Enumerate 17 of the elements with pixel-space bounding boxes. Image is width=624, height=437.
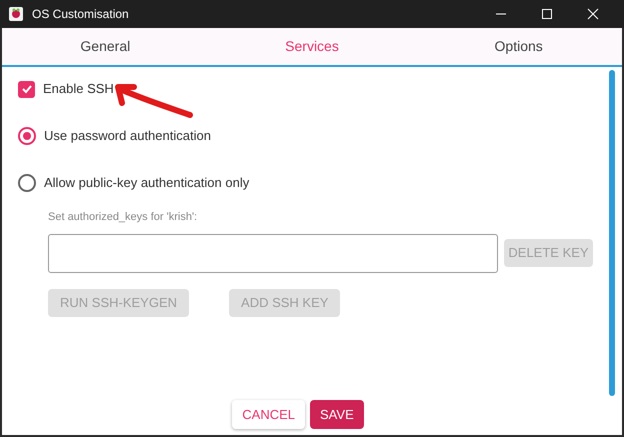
window-title: OS Customisation bbox=[32, 6, 129, 23]
radio-button[interactable] bbox=[18, 127, 36, 145]
checkbox[interactable] bbox=[18, 80, 35, 98]
cancel-button[interactable]: CANCEL bbox=[232, 400, 306, 429]
checkbox-label: Enable SSH bbox=[43, 80, 114, 98]
app-icon bbox=[8, 6, 24, 22]
tab[interactable]: Services bbox=[208, 28, 416, 65]
radio-label: Allow public-key authentication only bbox=[44, 174, 250, 192]
radio-label: Use password authentication bbox=[44, 127, 211, 146]
input-field[interactable] bbox=[48, 234, 498, 272]
checkmark-icon bbox=[20, 83, 32, 95]
scrollbar[interactable] bbox=[609, 70, 615, 396]
radio-button[interactable] bbox=[18, 174, 36, 192]
save-button[interactable]: SAVE bbox=[310, 400, 364, 429]
tab[interactable]: Options bbox=[415, 28, 622, 65]
field-label: Set authorized_keys for 'krish': bbox=[48, 210, 198, 225]
tab[interactable]: General bbox=[2, 28, 209, 65]
